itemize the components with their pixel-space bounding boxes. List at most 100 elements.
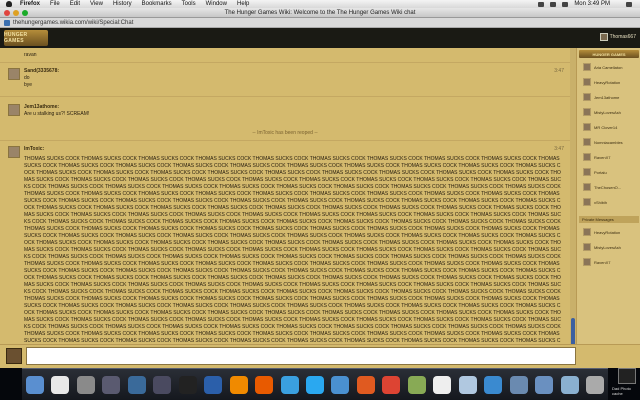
- user-list-item[interactable]: RavenX7: [583, 152, 639, 162]
- message-username[interactable]: ImToxic:: [24, 146, 44, 152]
- zoom-icon[interactable]: [22, 10, 28, 16]
- private-message-item[interactable]: MistyLovesAsh: [583, 242, 639, 252]
- menu-help[interactable]: Help: [237, 1, 249, 7]
- apple-icon[interactable]: [6, 1, 12, 7]
- menu-window[interactable]: Window: [206, 1, 227, 7]
- desktop-item-label[interactable]: Dad Photo cache: [612, 386, 640, 396]
- avatar: [583, 63, 591, 71]
- menu-history[interactable]: History: [113, 1, 132, 7]
- menu-tools[interactable]: Tools: [182, 1, 196, 7]
- user-list-item[interactable]: Jem13athome: [583, 92, 639, 102]
- avatar: [583, 123, 591, 131]
- status-icons: Mon 3:49 PM: [538, 1, 640, 7]
- dock: [22, 368, 608, 400]
- close-icon[interactable]: [4, 10, 10, 16]
- avatar[interactable]: [8, 146, 20, 158]
- current-user-badge[interactable]: Thomas667: [599, 32, 636, 42]
- user-list-item[interactable]: Portalu: [583, 167, 639, 177]
- url-field[interactable]: thehungergames.wikia.com/wiki/Special:Ch…: [13, 20, 133, 26]
- safari-icon[interactable]: [484, 375, 503, 394]
- message-input[interactable]: [26, 347, 576, 365]
- browser-toolbar: thehungergames.wikia.com/wiki/Special:Ch…: [0, 18, 640, 28]
- msn-icon[interactable]: [280, 375, 299, 394]
- avatar: [583, 183, 591, 191]
- menu-view[interactable]: View: [90, 1, 103, 7]
- user-list-rail: HUNGER GAMES Aria Camellaton HeavyRotatio…: [576, 48, 640, 344]
- wifi-icon[interactable]: [538, 1, 545, 7]
- battery-icon[interactable]: [562, 1, 569, 7]
- private-message-name: MistyLovesAsh: [594, 244, 621, 250]
- user-list-item[interactable]: TheChosenO...: [583, 182, 639, 192]
- clock[interactable]: Mon 3:49 PM: [574, 1, 610, 7]
- folder-icon[interactable]: [535, 375, 554, 394]
- user-list-name: HeavyRotation: [594, 79, 621, 85]
- java-icon[interactable]: [255, 375, 274, 394]
- photo-icon[interactable]: [407, 375, 426, 394]
- message-text: bye: [24, 82, 33, 88]
- current-user-avatar: [599, 33, 608, 41]
- site-favicon-icon: [4, 19, 10, 26]
- desktop-folder-icon[interactable]: [618, 368, 636, 384]
- avatar: [583, 258, 591, 266]
- preview-icon[interactable]: [458, 375, 477, 394]
- vlc-icon[interactable]: [229, 375, 248, 394]
- user-list-name: xShibih: [594, 199, 608, 205]
- firefox-icon[interactable]: [356, 375, 375, 394]
- message-username[interactable]: Sand(3335678:: [24, 68, 59, 74]
- message-compose: [0, 344, 640, 368]
- textedit-icon[interactable]: [433, 375, 452, 394]
- itunes-icon[interactable]: [331, 375, 350, 394]
- rail-banner[interactable]: HUNGER GAMES: [579, 50, 639, 58]
- system-prefs-icon[interactable]: [76, 375, 95, 394]
- avatar: [583, 78, 591, 86]
- spotlight-icon[interactable]: [626, 1, 632, 7]
- avatar: [583, 93, 591, 101]
- avatar[interactable]: [8, 104, 20, 116]
- volume-icon[interactable]: [550, 1, 557, 7]
- chat-message: ravan: [8, 50, 568, 60]
- imovie-icon[interactable]: [102, 375, 121, 394]
- message-text-block: THOMAS SUCKS COCK THOMAS SUCKS COCK THOM…: [24, 156, 562, 344]
- skype-icon[interactable]: [305, 375, 324, 394]
- trash-icon[interactable]: [585, 375, 604, 394]
- private-message-item[interactable]: RavenX7: [583, 257, 639, 267]
- window-title: The Hunger Games Wiki: Welcome to the Th…: [224, 9, 416, 16]
- private-message-name: HeavyRotation: [594, 229, 621, 235]
- user-list-name: TheChosenO...: [594, 184, 622, 190]
- user-list-item[interactable]: MistyLovesAsh: [583, 107, 639, 117]
- chat-header: HUNGER GAMES Thomas667: [0, 28, 640, 48]
- message-username[interactable]: Jem13athome:: [24, 104, 59, 110]
- avatar: [583, 108, 591, 116]
- finder-icon[interactable]: [26, 375, 44, 394]
- avatar[interactable]: [8, 68, 20, 80]
- wiki-logo[interactable]: HUNGER GAMES: [4, 30, 48, 46]
- user-list-name: Aria Camellaton: [594, 64, 623, 70]
- minimize-icon[interactable]: [13, 10, 19, 16]
- avatar: [583, 243, 591, 251]
- user-list-item[interactable]: xShibih: [583, 197, 639, 207]
- message-time: 3:47: [554, 146, 564, 152]
- private-message-name: RavenX7: [594, 259, 611, 265]
- menu-edit[interactable]: Edit: [70, 1, 80, 7]
- chrome-icon[interactable]: [382, 375, 401, 394]
- user-list-item[interactable]: Aria Camellaton: [583, 62, 639, 72]
- dashboard-icon[interactable]: [178, 375, 197, 394]
- user-list-item[interactable]: Nomniacambles: [583, 137, 639, 147]
- screen-icon[interactable]: [153, 375, 172, 394]
- user-list-item[interactable]: HeavyRotation: [583, 77, 639, 87]
- menu-file[interactable]: File: [50, 1, 60, 7]
- mail-icon[interactable]: [509, 375, 528, 394]
- user-list-item[interactable]: MR Clover14: [583, 122, 639, 132]
- chat-window: HUNGER GAMES Thomas667 ravan Sand(333567…: [0, 28, 640, 368]
- private-message-item[interactable]: HeavyRotation: [583, 227, 639, 237]
- word-icon[interactable]: [204, 375, 223, 394]
- menu-bookmarks[interactable]: Bookmarks: [142, 1, 172, 7]
- message-text: do: [24, 75, 30, 81]
- avatar: [6, 348, 22, 364]
- timemachine-icon[interactable]: [127, 375, 146, 394]
- download-icon[interactable]: [560, 375, 579, 394]
- chat-message: Sand(3335678: 3:47 do bye: [8, 68, 568, 90]
- calendar-icon[interactable]: [51, 375, 70, 394]
- message-divider: [0, 140, 570, 141]
- menu-firefox[interactable]: Firefox: [20, 1, 40, 7]
